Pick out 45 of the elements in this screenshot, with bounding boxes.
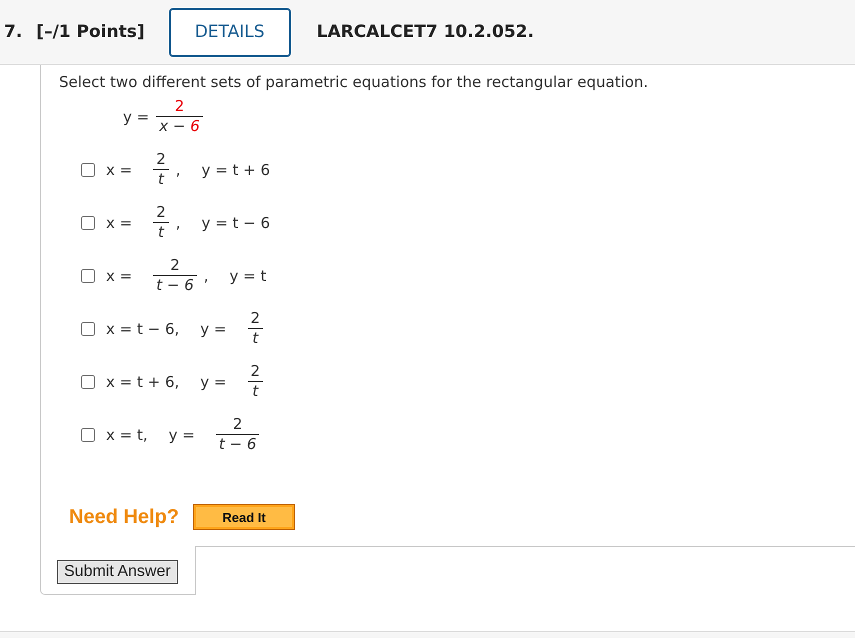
answer-checkbox[interactable]	[81, 268, 95, 282]
math-text: x = t,	[106, 426, 148, 444]
answer-checkbox[interactable]	[81, 322, 95, 336]
math-text: y =	[200, 372, 226, 390]
details-button[interactable]: DETAILS	[168, 8, 291, 56]
fraction-numerator: 2	[156, 150, 166, 168]
fraction-denominator: t	[158, 223, 164, 241]
math-text: y = t + 6	[202, 160, 270, 178]
math-text: ,	[176, 214, 181, 232]
fraction-denominator: t	[158, 170, 164, 188]
answer-checkbox[interactable]	[81, 374, 95, 388]
math-text: y =	[200, 320, 226, 338]
fraction-denominator: t − 6	[218, 435, 256, 453]
math-text: y = t − 6	[202, 214, 270, 232]
fraction-numerator: 2	[250, 362, 260, 380]
math-text: y =	[168, 426, 195, 444]
math-text: x = t − 6,	[106, 320, 180, 338]
math-text: ,	[176, 160, 181, 178]
fraction-denominator: t − 6	[156, 276, 194, 294]
fraction-denominator: t	[252, 329, 258, 347]
fraction-numerator: 2	[250, 309, 260, 327]
need-help-label: Need Help?	[69, 506, 180, 528]
read-it-button[interactable]: Read It	[193, 504, 296, 530]
math-text: x =	[106, 160, 132, 178]
math-text: ,	[204, 266, 209, 284]
question-prompt: Select two different sets of parametric equations for the rectangular equation.	[59, 73, 650, 91]
points-label: [–/1 Points]	[36, 22, 145, 42]
fraction-numerator: 2	[232, 415, 242, 433]
answer-checkbox[interactable]	[81, 216, 95, 230]
fraction-numerator: 2	[174, 97, 184, 115]
math-text: y = t	[230, 266, 266, 284]
math-text: x =	[106, 214, 132, 232]
math-text: y =	[123, 108, 150, 126]
submit-answer-button[interactable]: Submit Answer	[57, 560, 178, 584]
answer-checkbox[interactable]	[81, 162, 95, 176]
fraction-denominator: 6	[190, 117, 200, 135]
answer-checkbox[interactable]	[81, 428, 95, 442]
fraction-denominator: x −	[159, 117, 186, 135]
question-number: 7.	[4, 22, 22, 42]
fraction-numerator: 2	[170, 256, 180, 274]
math-text: x =	[106, 266, 132, 284]
problem-id: LARCALCET7 10.2.052.	[316, 22, 534, 42]
math-text: x = t + 6,	[106, 372, 180, 390]
fraction-numerator: 2	[156, 203, 166, 221]
fraction-denominator: t	[252, 382, 258, 400]
